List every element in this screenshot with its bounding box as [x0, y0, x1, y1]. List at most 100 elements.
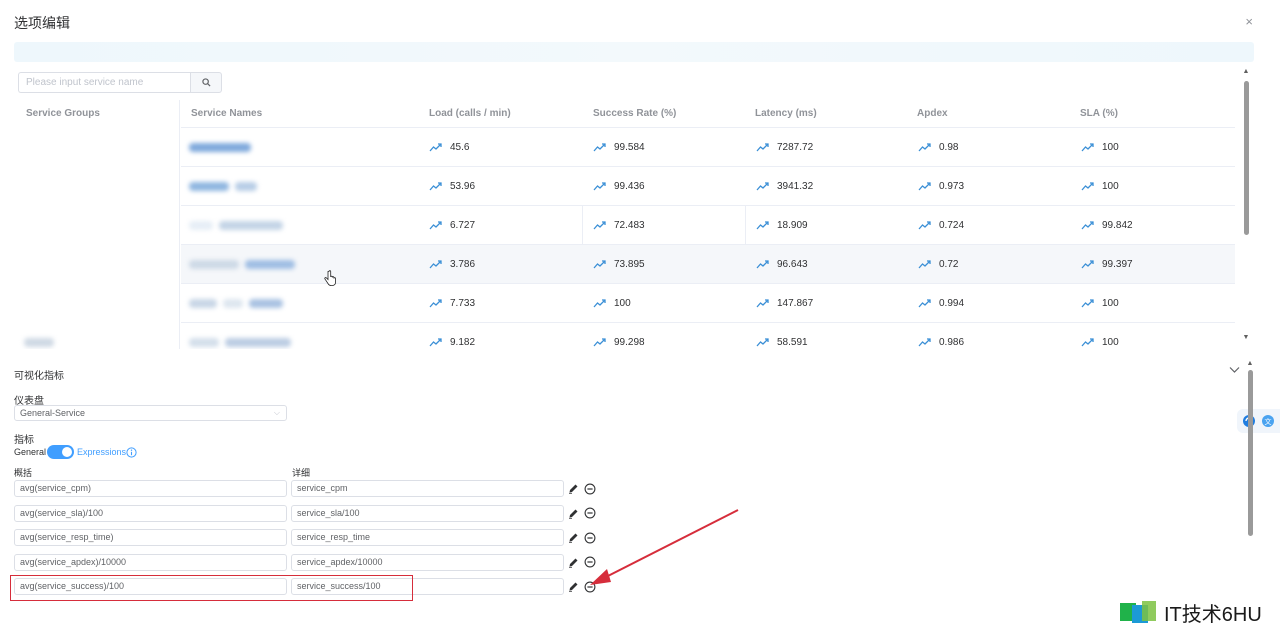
- success-rate-cell-value: 72.483: [614, 220, 645, 231]
- scroll-up-icon[interactable]: ▲: [1246, 360, 1254, 368]
- trend-icon: [918, 338, 931, 347]
- success-rate-cell: 99.298: [593, 323, 645, 349]
- apdex-cell-value: 0.72: [939, 259, 959, 270]
- scroll-thumb[interactable]: [1248, 370, 1253, 536]
- success-rate-cell: 99.436: [593, 167, 645, 206]
- edit-icon[interactable]: [568, 557, 579, 568]
- trend-icon: [1081, 338, 1094, 347]
- sla-cell: 100: [1081, 323, 1119, 349]
- detail-label: 详细: [292, 468, 311, 478]
- trend-icon: [918, 299, 931, 308]
- detail-expression-input[interactable]: service_resp_time: [291, 529, 564, 546]
- service-search: [18, 72, 222, 93]
- load-cell-value: 45.6: [450, 142, 470, 153]
- obscured-service-name: [189, 338, 219, 347]
- apdex-cell-value: 0.724: [939, 220, 965, 231]
- obscured-service-name: [189, 260, 239, 269]
- table-row[interactable]: 3.786 73.895 96.643 0.72 99.397: [181, 245, 1235, 286]
- trend-icon: [1081, 182, 1094, 191]
- floating-toolbar[interactable]: 文: [1237, 409, 1280, 433]
- scroll-thumb[interactable]: [1244, 81, 1249, 235]
- load-cell-value: 9.182: [450, 337, 476, 348]
- service-name-link[interactable]: [189, 245, 295, 284]
- service-name-link[interactable]: [189, 167, 257, 206]
- trend-icon: [918, 260, 931, 269]
- table-row[interactable]: 6.727 72.483 18.909 0.724 99.842: [181, 206, 1235, 245]
- mode-toggle[interactable]: [47, 445, 74, 459]
- service-name-link[interactable]: [189, 323, 291, 349]
- sla-cell-value: 99.842: [1102, 220, 1133, 231]
- success-rate-cell-value: 99.584: [614, 142, 645, 153]
- service-name-link[interactable]: [189, 206, 283, 245]
- dashboard-select[interactable]: General-Service ⌵: [14, 405, 287, 421]
- section-scrollbar[interactable]: ▲: [1246, 360, 1254, 536]
- obscured-service-name: [223, 299, 243, 308]
- latency-cell-value: 7287.72: [777, 142, 814, 153]
- remove-circle-icon[interactable]: [584, 483, 596, 495]
- sla-cell: 100: [1081, 167, 1119, 206]
- expressions-label: Expressions: [77, 447, 127, 457]
- latency-cell: 18.909: [756, 206, 808, 245]
- obscured-service-name: [219, 221, 283, 230]
- trend-icon: [593, 299, 606, 308]
- trend-icon: [756, 338, 769, 347]
- sla-cell: 100: [1081, 128, 1119, 167]
- header-load: Load (calls / min): [429, 108, 511, 119]
- edit-icon[interactable]: [568, 483, 579, 494]
- detail-expression-input[interactable]: service_apdex/10000: [291, 553, 564, 571]
- search-input[interactable]: [18, 72, 190, 93]
- table-scrollbar[interactable]: ▲ ▼: [1242, 68, 1250, 342]
- watermark-logo-icon: [1120, 600, 1156, 623]
- translate-icon[interactable]: 文: [1261, 414, 1275, 428]
- summary-expression-input[interactable]: avg(service_sla)/100: [14, 504, 287, 522]
- trend-icon: [593, 221, 606, 230]
- trend-icon: [1081, 260, 1094, 269]
- header-service-names: Service Names: [191, 108, 263, 119]
- info-banner: [14, 42, 1254, 62]
- edit-icon[interactable]: [568, 581, 579, 592]
- load-cell: 9.182: [429, 323, 475, 349]
- load-cell-value: 7.733: [450, 298, 476, 309]
- header-sla: SLA (%): [1080, 108, 1118, 119]
- indicator-label: 指标: [14, 435, 34, 446]
- table-row[interactable]: 45.6 99.584 7287.72 0.98 100: [181, 128, 1235, 167]
- summary-expression-input[interactable]: avg(service_resp_time): [14, 529, 287, 546]
- trend-icon: [918, 221, 931, 230]
- detail-expression-input[interactable]: service_cpm: [291, 480, 564, 497]
- service-name-link[interactable]: [189, 128, 251, 167]
- annotation-highlight-box: [10, 575, 413, 601]
- header-service-groups: Service Groups: [26, 108, 100, 119]
- edit-icon[interactable]: [568, 508, 579, 519]
- apdex-cell: 0.986: [918, 323, 964, 349]
- edit-icon[interactable]: [568, 532, 579, 543]
- trend-icon: [593, 338, 606, 347]
- trend-icon: [1081, 143, 1094, 152]
- header-latency: Latency (ms): [755, 108, 817, 119]
- search-button[interactable]: [190, 72, 222, 93]
- summary-expression-input[interactable]: avg(service_cpm): [14, 480, 287, 497]
- detail-expression-input[interactable]: service_sla/100: [291, 504, 564, 522]
- trend-icon: [593, 260, 606, 269]
- summary-expression-input[interactable]: avg(service_apdex)/10000: [14, 553, 287, 571]
- success-rate-cell-value: 100: [614, 298, 631, 309]
- success-rate-cell-value: 99.436: [614, 181, 645, 192]
- chevron-down-icon[interactable]: [1229, 366, 1240, 374]
- latency-cell: 3941.32: [756, 167, 813, 206]
- trend-icon: [918, 143, 931, 152]
- table-row[interactable]: 9.182 99.298 58.591 0.986 100: [181, 323, 1235, 349]
- apdex-cell-value: 0.973: [939, 181, 965, 192]
- service-name-link[interactable]: [189, 284, 283, 323]
- general-label: General: [14, 447, 47, 457]
- chevron-down-icon: ⌵: [273, 408, 280, 417]
- info-icon[interactable]: [126, 447, 137, 458]
- load-cell: 6.727: [429, 206, 475, 245]
- apdex-cell-value: 0.994: [939, 298, 965, 309]
- scroll-up-icon[interactable]: ▲: [1242, 68, 1250, 76]
- table-row[interactable]: 7.733 100 147.867 0.994 100: [181, 284, 1235, 323]
- column-divider: [745, 205, 746, 244]
- scroll-down-icon[interactable]: ▼: [1242, 334, 1250, 342]
- close-icon[interactable]: ×: [1245, 14, 1253, 29]
- latency-cell-value: 18.909: [777, 220, 808, 231]
- sla-cell-value: 100: [1102, 298, 1119, 309]
- table-row[interactable]: 53.96 99.436 3941.32 0.973 100: [181, 167, 1235, 206]
